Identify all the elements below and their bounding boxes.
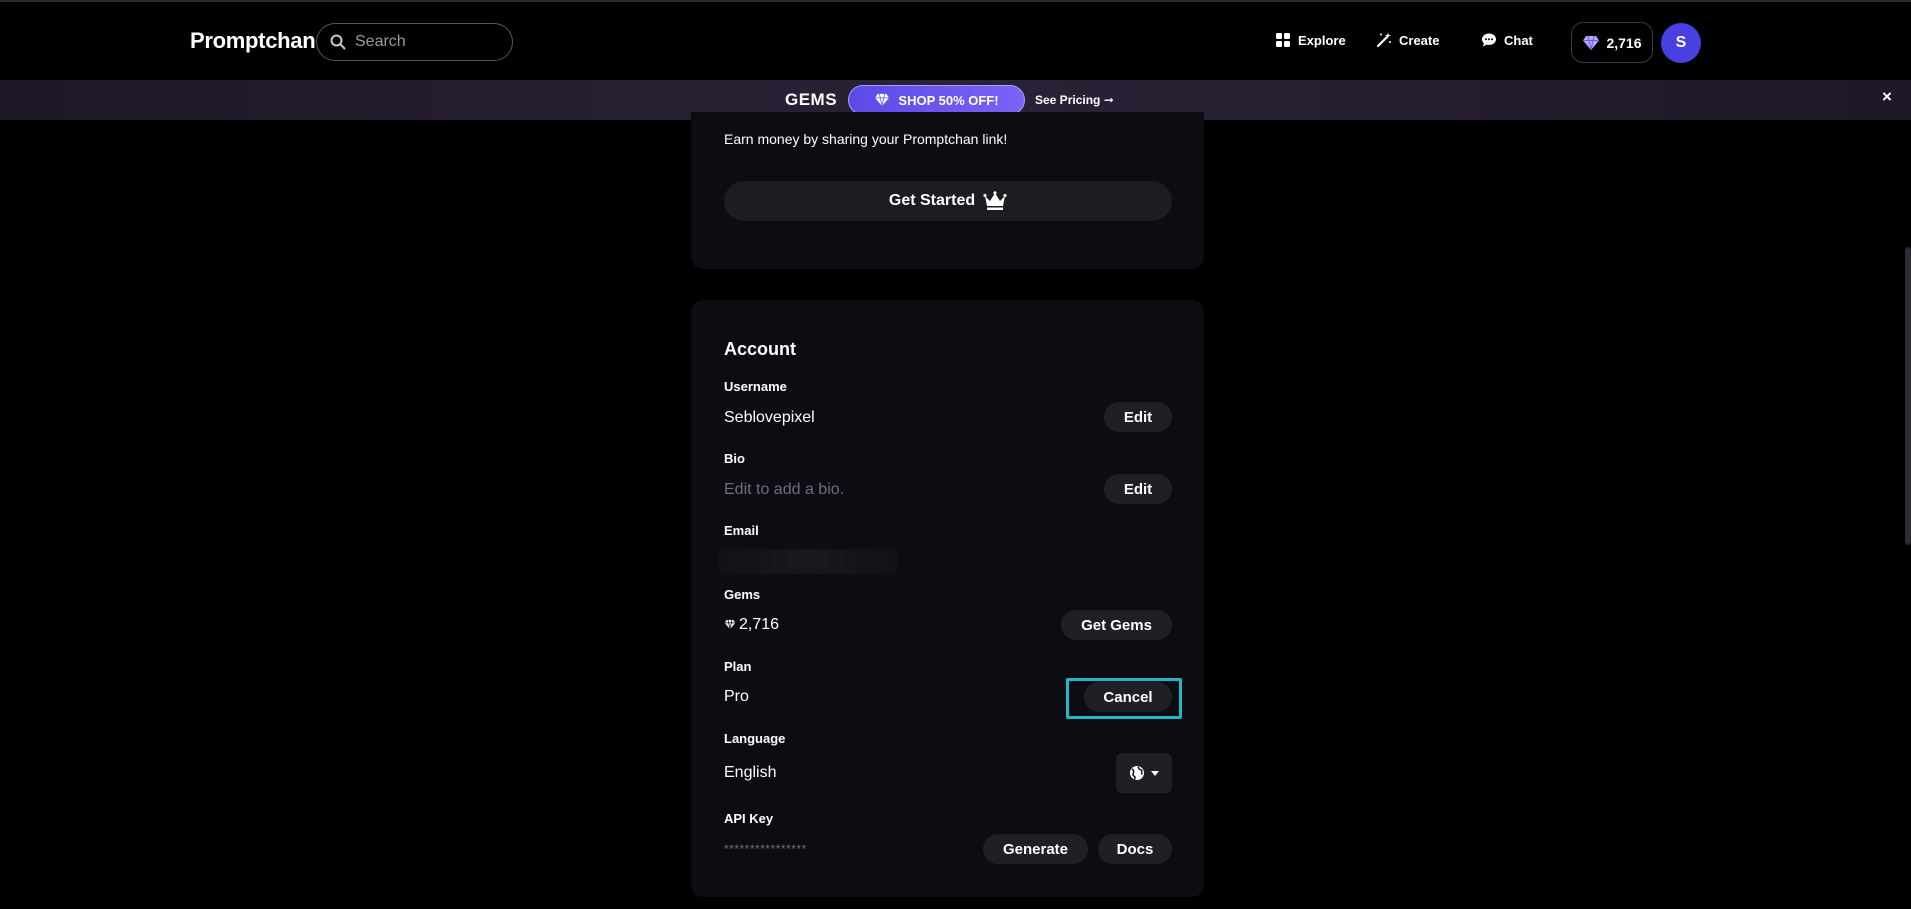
gems-value-row: 2,716 (724, 616, 779, 634)
bio-label: Bio (724, 451, 745, 466)
plan-value: Pro (724, 688, 749, 705)
edit-username-button[interactable]: Edit (1104, 402, 1172, 432)
bio-value: Edit to add a bio. (724, 481, 845, 498)
search-icon (330, 34, 346, 50)
avatar[interactable]: S (1661, 23, 1701, 63)
nav-chat[interactable]: Chat (1481, 32, 1533, 48)
affiliate-card: Earn money by sharing your Promptchan li… (691, 112, 1204, 269)
nav-explore-label: Explore (1298, 32, 1346, 48)
email-label: Email (724, 523, 759, 538)
nav-chat-label: Chat (1504, 32, 1533, 48)
nav-create-label: Create (1399, 32, 1440, 48)
language-label: Language (724, 731, 786, 746)
banner-title: GEMS (785, 90, 838, 109)
gems-balance-value: 2,716 (1606, 34, 1642, 51)
search-placeholder: Search (355, 33, 406, 50)
banner-close-button[interactable]: × (1882, 87, 1892, 107)
gem-icon (724, 619, 736, 630)
username-label: Username (724, 379, 787, 394)
gems-label: Gems (724, 587, 761, 602)
account-title: Account (724, 339, 796, 359)
shop-sale-button[interactable]: SHOP 50% OFF! (848, 85, 1025, 115)
api-key-label: API Key (724, 811, 774, 826)
get-gems-button[interactable]: Get Gems (1061, 610, 1172, 640)
see-pricing-link[interactable]: See Pricing ➞ (1035, 93, 1114, 107)
edit-bio-button[interactable]: Edit (1104, 474, 1172, 504)
get-started-label: Get Started (888, 192, 976, 209)
language-value: English (724, 764, 777, 781)
gem-icon (875, 93, 890, 107)
shop-sale-label: SHOP 50% OFF! (898, 92, 999, 108)
email-value-redacted (718, 549, 898, 574)
chat-bubble-icon (1482, 33, 1496, 47)
scrollbar[interactable] (1905, 247, 1911, 545)
cancel-highlight-box (1066, 678, 1182, 719)
username-value: Seblovepixel (724, 409, 815, 426)
api-docs-button[interactable]: Docs (1098, 834, 1172, 864)
top-nav: Promptchan Search Explore Create Chat 2,… (0, 0, 1911, 80)
search-input[interactable]: Search (316, 23, 513, 61)
crown-icon (983, 191, 1007, 210)
nav-explore[interactable]: Explore (1275, 32, 1346, 48)
grid-icon (1276, 33, 1290, 47)
magic-wand-icon (1376, 32, 1391, 48)
language-dropdown[interactable] (1116, 753, 1172, 793)
account-card: Account Username Seblovepixel Edit Bio E… (691, 300, 1204, 897)
gems-value: 2,716 (739, 616, 780, 633)
gem-icon (1583, 35, 1600, 50)
affiliate-description: Earn money by sharing your Promptchan li… (724, 131, 1008, 147)
nav-create[interactable]: Create (1376, 32, 1439, 48)
gems-balance-button[interactable]: 2,716 (1571, 22, 1653, 63)
chevron-down-icon (1151, 770, 1159, 776)
generate-api-key-button[interactable]: Generate (983, 834, 1088, 864)
get-started-button[interactable]: Get Started (724, 181, 1172, 221)
logo[interactable]: Promptchan (190, 28, 316, 54)
api-key-value: **************** (724, 842, 807, 856)
plan-label: Plan (724, 659, 752, 674)
globe-icon (1130, 766, 1144, 780)
